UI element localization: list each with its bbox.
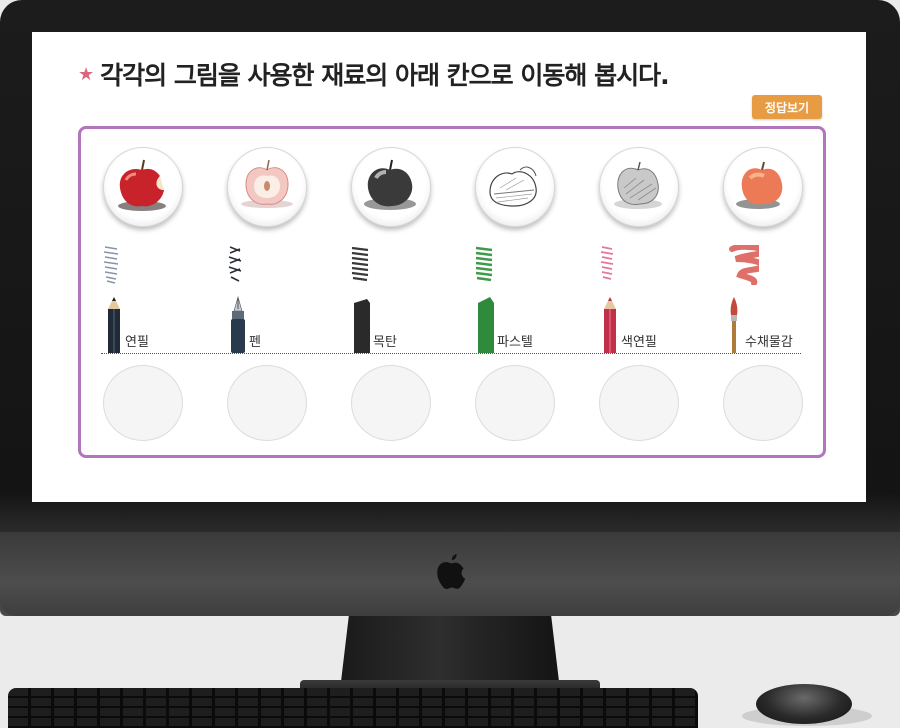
material-label-pencil: 연필 [125, 335, 149, 350]
page-title: 각각의 그림을 사용한 재료의 아래 칸으로 이동해 봅시다. [100, 61, 669, 90]
show-answer-button[interactable]: 정답보기 [752, 95, 822, 119]
apple-colored-pencil-image[interactable] [103, 147, 183, 227]
material-watercolor: 수채물감 [723, 245, 833, 355]
pastel-icon [478, 297, 494, 353]
material-pen: 펜 [227, 245, 337, 355]
watercolor-stroke-swatch [729, 245, 759, 285]
cut-apple-icon [241, 159, 293, 208]
materials-row: 연필 펜 목탄 파스텔 색연필 수채물감 [81, 245, 823, 355]
drop-zone-pen[interactable] [227, 365, 307, 441]
material-label-pen: 펜 [249, 335, 261, 350]
pen-icon [231, 295, 245, 353]
paintbrush-icon [730, 297, 738, 353]
pencil-stroke-swatch [103, 246, 119, 284]
monitor-screen: ★ 각각의 그림을 사용한 재료의 아래 칸으로 이동해 봅시다. 정답보기 연… [32, 32, 866, 502]
material-label-watercolor: 수채물감 [745, 335, 793, 350]
drop-zone-row [81, 365, 823, 445]
activity-panel: 연필 펜 목탄 파스텔 색연필 수채물감 [78, 126, 826, 458]
charcoal-icon [354, 299, 370, 353]
pencil-icon [108, 297, 120, 353]
pencil-apple-icon [614, 161, 662, 209]
colored-pencil-stroke-swatch [600, 246, 614, 280]
apple-pencil-image[interactable] [599, 147, 679, 227]
charcoal-stroke-swatch [351, 246, 369, 282]
monitor-stand [340, 616, 560, 690]
mouse [756, 684, 852, 724]
material-pencil: 연필 [103, 245, 213, 355]
title-row: ★ 각각의 그림을 사용한 재료의 아래 칸으로 이동해 봅시다. [78, 56, 670, 92]
drop-zone-pencil[interactable] [103, 365, 183, 441]
apple-logo-icon [437, 554, 466, 590]
material-label-pastel: 파스텔 [497, 335, 533, 350]
drop-zone-pastel[interactable] [475, 365, 555, 441]
sketch-apple-icon [489, 166, 537, 207]
drop-zone-charcoal[interactable] [351, 365, 431, 441]
red-apple-icon [118, 159, 166, 211]
material-label-charcoal: 목탄 [373, 335, 397, 350]
material-pastel: 파스텔 [475, 245, 585, 355]
drop-zone-watercolor[interactable] [723, 365, 803, 441]
artwork-row [81, 147, 823, 229]
apple-charcoal-image[interactable] [351, 147, 431, 227]
charcoal-apple-icon [364, 159, 416, 210]
colored-pencil-icon [604, 297, 616, 353]
apple-watercolor-image[interactable] [723, 147, 803, 227]
material-charcoal: 목탄 [351, 245, 461, 355]
keyboard [8, 688, 698, 728]
drop-zone-colored-pencil[interactable] [599, 365, 679, 441]
pen-stroke-swatch [228, 246, 242, 282]
material-colored-pencil: 색연필 [599, 245, 709, 355]
star-icon: ★ [78, 63, 95, 85]
material-label-colored-pencil: 색연필 [621, 335, 657, 350]
divider-line [101, 353, 801, 354]
pastel-stroke-swatch [475, 246, 493, 282]
apple-pen-image[interactable] [227, 147, 307, 227]
apple-sketch-image[interactable] [475, 147, 555, 227]
watercolor-apple-icon [736, 161, 783, 209]
